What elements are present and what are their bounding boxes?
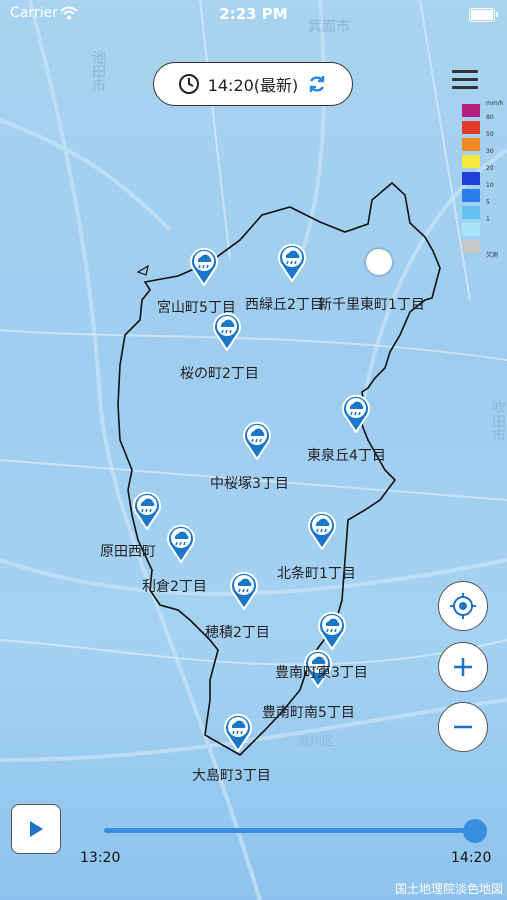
menu-icon[interactable]	[452, 70, 478, 90]
legend-swatch	[462, 189, 480, 202]
zoom-in-button[interactable]	[438, 642, 488, 692]
rain-cloud-icon	[243, 421, 271, 461]
refresh-icon[interactable]	[306, 73, 328, 95]
rain-cloud-icon	[213, 312, 241, 352]
legend-label: 30	[486, 148, 494, 155]
map-label-suita: 吹田市	[490, 400, 506, 442]
place-label: 穂積2丁目	[205, 625, 270, 641]
status-bar: Carrier 2:23 PM	[0, 0, 507, 28]
rain-location-pin[interactable]	[228, 570, 260, 611]
place-label: 豊南町南5丁目	[262, 705, 355, 721]
rain-cloud-icon	[133, 491, 161, 531]
rain-cloud-icon	[230, 571, 258, 611]
rain-cloud-icon	[167, 524, 195, 564]
crosshair-icon	[450, 593, 476, 619]
rain-location-pin[interactable]	[340, 393, 372, 434]
selected-time-label: 14:20(最新)	[207, 76, 299, 95]
plus-icon	[454, 658, 472, 676]
legend-unit: mm/h	[486, 100, 504, 107]
timeline-start-label: 13:20	[80, 850, 121, 866]
map-label-ikeda: 池田市	[90, 50, 106, 92]
locate-me-button[interactable]	[438, 581, 488, 631]
rain-location-pin[interactable]	[241, 420, 273, 461]
rain-cloud-icon	[342, 394, 370, 434]
legend-label: 80	[486, 114, 494, 121]
place-label: 桜の町2丁目	[180, 366, 259, 382]
map-attribution: 国土地理院淡色地図	[394, 882, 503, 896]
rain-location-pin[interactable]	[222, 712, 254, 753]
rain-cloud-icon	[318, 611, 346, 651]
rain-location-pin[interactable]	[131, 490, 163, 531]
legend-swatch	[462, 121, 480, 134]
time-selector-button[interactable]: 14:20(最新)	[153, 62, 353, 106]
rain-location-pin[interactable]	[316, 610, 348, 651]
legend-swatch	[462, 138, 480, 151]
legend-label: 10	[486, 182, 494, 189]
status-time: 2:23 PM	[219, 5, 288, 23]
map-label-yodogawa: 淀川区	[298, 734, 335, 748]
place-label: 北条町1丁目	[277, 566, 356, 582]
rain-cloud-icon	[190, 247, 218, 287]
rain-cloud-icon	[224, 713, 252, 753]
rain-location-pin[interactable]	[188, 246, 220, 287]
place-label: 宮山町5丁目	[157, 300, 236, 316]
rain-cloud-icon	[278, 243, 306, 283]
place-label: 利倉2丁目	[142, 579, 207, 595]
legend-label: 5	[486, 199, 490, 206]
place-label: 豊南町東3丁目	[275, 665, 368, 681]
rain-cloud-icon	[308, 511, 336, 551]
place-label: 大島町3丁目	[192, 768, 271, 784]
rain-location-pin[interactable]	[306, 510, 338, 551]
legend-label: 50	[486, 131, 494, 138]
play-icon	[30, 821, 43, 837]
battery-icon	[469, 8, 498, 22]
rain-location-pin[interactable]	[165, 523, 197, 564]
current-location-marker	[366, 249, 392, 275]
timeline-slider-thumb[interactable]	[463, 819, 487, 843]
legend-swatch	[462, 172, 480, 185]
minus-icon	[454, 725, 472, 729]
legend-label: 1	[486, 216, 490, 223]
legend-label: 欠測	[486, 252, 499, 259]
place-label: 新千里東町1丁目	[318, 297, 425, 313]
legend-swatch	[462, 155, 480, 168]
zoom-out-button[interactable]	[438, 702, 488, 752]
play-button[interactable]	[11, 804, 61, 854]
legend-swatch	[462, 240, 480, 253]
legend-swatch	[462, 104, 480, 117]
rain-location-pin[interactable]	[211, 311, 243, 352]
place-label: 東泉丘4丁目	[307, 448, 386, 464]
legend-swatch	[462, 206, 480, 219]
legend-label: 20	[486, 165, 494, 172]
place-label: 西緑丘2丁目	[245, 297, 324, 313]
rain-location-pin[interactable]	[276, 242, 308, 283]
timeline-end-label: 14:20	[451, 850, 492, 866]
legend-swatch	[462, 223, 480, 236]
clock-icon	[178, 74, 199, 94]
timeline-slider-track[interactable]	[104, 828, 474, 833]
place-label: 中桜塚3丁目	[210, 476, 289, 492]
place-label: 原田西町	[100, 544, 156, 560]
